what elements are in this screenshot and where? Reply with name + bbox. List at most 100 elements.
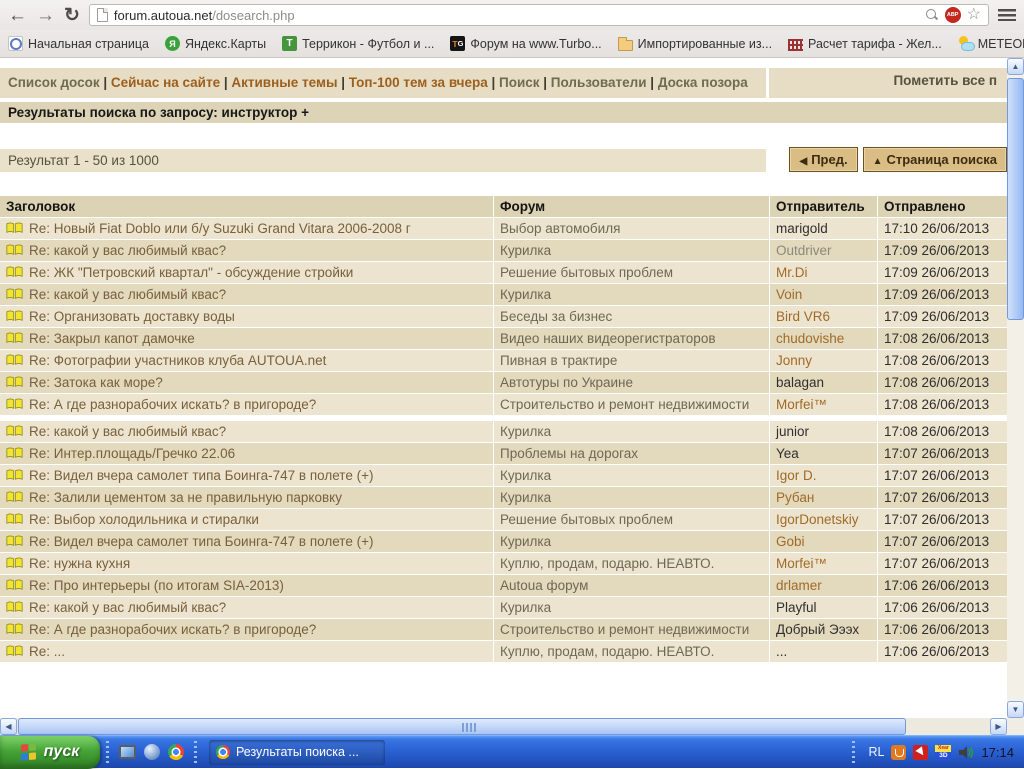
- vertical-scrollbar[interactable]: ▲ ▼: [1007, 58, 1024, 718]
- bookmark-item[interactable]: TТеррикон - Футбол и ...: [282, 36, 434, 51]
- scroll-up-icon[interactable]: ▲: [1007, 58, 1024, 75]
- sender-link[interactable]: Outdriver: [770, 240, 877, 261]
- topic-title-link[interactable]: Re: Фотографии участников клуба AUTOUA.n…: [29, 352, 326, 369]
- topic-title-link[interactable]: Re: Видел вчера самолет типа Боинга-747 …: [29, 533, 373, 550]
- back-icon[interactable]: ←: [8, 6, 27, 25]
- nav-link[interactable]: Топ-100 тем за вчера: [349, 75, 488, 90]
- browser-menu-icon[interactable]: [998, 9, 1016, 21]
- mark-all-read-link[interactable]: Пометить все п: [769, 68, 1007, 98]
- url-bar[interactable]: forum.autoua.net/dosearch.php ABP ☆: [89, 4, 989, 26]
- sender-link[interactable]: Bird VR6: [770, 306, 877, 327]
- sender-link[interactable]: balagan: [770, 372, 877, 393]
- nav-link[interactable]: Список досок: [8, 75, 100, 90]
- topic-title-link[interactable]: Re: Организовать доставку воды: [29, 308, 235, 325]
- reload-icon[interactable]: ↻: [64, 6, 80, 25]
- post-date: 17:09 26/06/2013: [878, 284, 1007, 305]
- topic-title-link[interactable]: Re: какой у вас любимый квас?: [29, 286, 226, 303]
- post-date: 17:07 26/06/2013: [878, 465, 1007, 486]
- chrome-icon[interactable]: [168, 744, 184, 760]
- post-date: 17:08 26/06/2013: [878, 421, 1007, 442]
- xear3d-tray-icon[interactable]: Xear3D: [935, 745, 951, 760]
- forum-name: Autoua форум: [494, 575, 769, 596]
- start-button[interactable]: пуск: [0, 736, 100, 769]
- bookmark-item[interactable]: Начальная страница: [8, 36, 149, 51]
- bookmark-item[interactable]: METEOPROG.UA: Пог...: [958, 36, 1024, 51]
- horizontal-scroll-thumb[interactable]: [18, 718, 906, 735]
- post-date: 17:08 26/06/2013: [878, 394, 1007, 415]
- bookmark-item[interactable]: Расчет тарифа - Жел...: [788, 37, 942, 51]
- topic-title-link[interactable]: Re: Новый Fiat Doblo или б/у Suzuki Gran…: [29, 220, 411, 237]
- sender-link[interactable]: drlamer: [770, 575, 877, 596]
- nav-link[interactable]: Пользователи: [551, 75, 647, 90]
- topic-title-link[interactable]: Re: Про интерьеры (по итогам SIA-2013): [29, 577, 284, 594]
- scroll-left-icon[interactable]: ◀: [0, 718, 17, 735]
- topic-title-link[interactable]: Re: Закрыл капот дамочке: [29, 330, 195, 347]
- sender-link[interactable]: Mr.Di: [770, 262, 877, 283]
- scroll-right-icon[interactable]: ▶: [990, 718, 1007, 735]
- show-desktop-icon[interactable]: [119, 745, 136, 759]
- sender-link[interactable]: chudovishe: [770, 328, 877, 349]
- pointer-tray-icon[interactable]: [913, 745, 928, 760]
- nav-link[interactable]: Активные темы: [231, 75, 337, 90]
- sender-link[interactable]: Добрый Эээх: [770, 619, 877, 640]
- topic-title-link[interactable]: Re: Залили цементом за не правильную пар…: [29, 489, 342, 506]
- bookmark-star-icon[interactable]: ☆: [967, 7, 981, 23]
- java-tray-icon[interactable]: [891, 745, 906, 760]
- topic-book-icon: [6, 266, 23, 278]
- sender-link[interactable]: Igor D.: [770, 465, 877, 486]
- bookmark-item[interactable]: ЯЯндекс.Карты: [165, 36, 266, 51]
- sender-link[interactable]: Playful: [770, 597, 877, 618]
- nav-link[interactable]: Сейчас на сайте: [111, 75, 220, 90]
- search-page-button[interactable]: ▲Страница поиска: [863, 147, 1007, 172]
- zoom-icon[interactable]: [925, 8, 939, 22]
- scroll-down-icon[interactable]: ▼: [1007, 701, 1024, 718]
- scrollbar-corner: [1007, 718, 1024, 735]
- forum-name: Беседы за бизнес: [494, 306, 769, 327]
- topic-title-link[interactable]: Re: ...: [29, 643, 65, 660]
- topic-book-icon: [6, 447, 23, 459]
- topic-title-link[interactable]: Re: А где разнорабочих искать? в пригоро…: [29, 621, 316, 638]
- topic-title-link[interactable]: Re: Видел вчера самолет типа Боинга-747 …: [29, 467, 373, 484]
- topic-title-link[interactable]: Re: какой у вас любимый квас?: [29, 599, 226, 616]
- browser-viewport: Список досок | Сейчас на сайте | Активны…: [0, 58, 1024, 735]
- topic-title-link[interactable]: Re: Выбор холодильника и стиралки: [29, 511, 259, 528]
- horizontal-scrollbar[interactable]: ◀ ▶: [0, 718, 1007, 735]
- sender-link[interactable]: junior: [770, 421, 877, 442]
- topic-title-link[interactable]: Re: Затока как море?: [29, 374, 163, 391]
- topic-title-link[interactable]: Re: нужна кухня: [29, 555, 130, 572]
- post-date: 17:07 26/06/2013: [878, 509, 1007, 530]
- browser-quicklaunch-icon[interactable]: [144, 744, 160, 760]
- page-icon: [97, 8, 108, 22]
- sender-link[interactable]: Morfei™: [770, 394, 877, 415]
- bookmark-item[interactable]: TGФорум на www.Turbo...: [450, 36, 601, 51]
- sender-link[interactable]: marigold: [770, 218, 877, 239]
- quicklaunch-grip: [106, 741, 109, 763]
- table-row: Re: Затока как море?: [0, 372, 493, 393]
- topic-book-icon: [6, 398, 23, 410]
- topic-title-link[interactable]: Re: Интер.площадь/Гречко 22.06: [29, 445, 235, 462]
- forward-icon[interactable]: →: [36, 6, 55, 25]
- url-text[interactable]: forum.autoua.net/dosearch.php: [114, 8, 919, 23]
- bookmark-label: METEOPROG.UA: Пог...: [978, 37, 1024, 51]
- topic-title-link[interactable]: Re: ЖК "Петровский квартал" - обсуждение…: [29, 264, 353, 281]
- volume-icon[interactable]: [958, 745, 974, 760]
- sender-link[interactable]: Рубан: [770, 487, 877, 508]
- bookmark-item[interactable]: Импортированные из...: [618, 37, 772, 51]
- sender-link[interactable]: Voin: [770, 284, 877, 305]
- sender-link[interactable]: Gobi: [770, 531, 877, 552]
- topic-title-link[interactable]: Re: А где разнорабочих искать? в пригоро…: [29, 396, 316, 413]
- prev-page-button[interactable]: ◀Пред.: [789, 147, 857, 172]
- topic-title-link[interactable]: Re: какой у вас любимый квас?: [29, 242, 226, 259]
- sender-link[interactable]: Jonny: [770, 350, 877, 371]
- nav-link[interactable]: Доска позора: [658, 75, 748, 90]
- adblock-icon[interactable]: ABP: [945, 7, 961, 23]
- language-indicator[interactable]: RL: [868, 745, 884, 759]
- sender-link[interactable]: IgorDonetskiy: [770, 509, 877, 530]
- task-button-search-results[interactable]: Результаты поиска ...: [209, 740, 385, 765]
- topic-title-link[interactable]: Re: какой у вас любимый квас?: [29, 423, 226, 440]
- sender-link[interactable]: ...: [770, 641, 877, 662]
- vertical-scroll-thumb[interactable]: [1007, 78, 1024, 320]
- sender-link[interactable]: Morfei™: [770, 553, 877, 574]
- nav-link[interactable]: Поиск: [499, 75, 540, 90]
- sender-link[interactable]: Yea: [770, 443, 877, 464]
